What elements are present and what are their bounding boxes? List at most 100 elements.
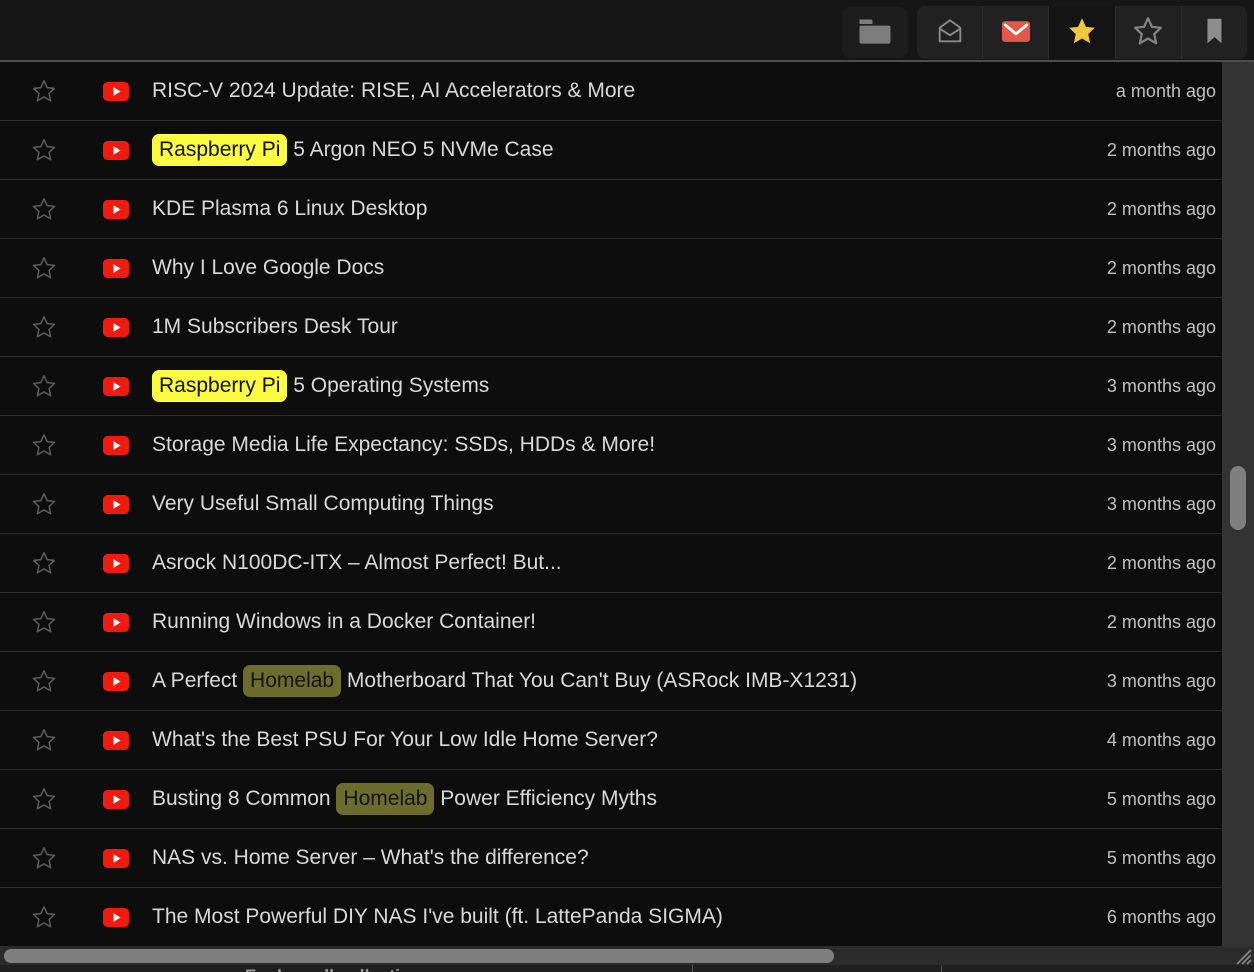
youtube-icon xyxy=(103,672,129,691)
title-text: 5 Argon NEO 5 NVMe Case xyxy=(287,138,553,161)
favorite-star-button[interactable] xyxy=(30,490,58,518)
item-title-link[interactable]: Why I Love Google Docs xyxy=(152,256,384,280)
title-text: Motherboard That You Can't Buy (ASRock I… xyxy=(341,669,857,692)
unread-filter-button[interactable] xyxy=(917,6,982,59)
item-timestamp: 2 months ago xyxy=(1107,199,1222,220)
vertical-scrollbar[interactable] xyxy=(1222,62,1254,947)
list-item[interactable]: A Perfect Homelab Motherboard That You C… xyxy=(0,652,1222,711)
youtube-icon xyxy=(103,377,129,396)
favorite-star-button[interactable] xyxy=(30,136,58,164)
item-title-link[interactable]: KDE Plasma 6 Linux Desktop xyxy=(152,197,427,221)
title-text: Busting 8 Common xyxy=(152,787,336,810)
starred-filter-button[interactable] xyxy=(1048,6,1114,59)
bookmark-filter-button[interactable] xyxy=(1181,6,1247,59)
item-title-link[interactable]: 1M Subscribers Desk Tour xyxy=(152,315,398,339)
highlighted-term: Homelab xyxy=(243,665,341,697)
favorite-star-button[interactable] xyxy=(30,608,58,636)
list-item[interactable]: The Most Powerful DIY NAS I've built (ft… xyxy=(0,888,1222,947)
item-title-link[interactable]: Raspberry Pi 5 Argon NEO 5 NVMe Case xyxy=(152,134,554,166)
item-title-link[interactable]: Running Windows in a Docker Container! xyxy=(152,610,536,634)
list-item[interactable]: NAS vs. Home Server – What's the differe… xyxy=(0,829,1222,888)
favorite-star-button[interactable] xyxy=(30,77,58,105)
youtube-icon xyxy=(103,554,129,573)
item-timestamp: 6 months ago xyxy=(1107,907,1222,928)
title-text: Storage Media Life Expectancy: SSDs, HDD… xyxy=(152,433,655,456)
list-item[interactable]: Asrock N100DC-ITX – Almost Perfect! But.… xyxy=(0,534,1222,593)
title-text: Why I Love Google Docs xyxy=(152,256,384,279)
list-item[interactable]: RISC-V 2024 Update: RISE, AI Accelerator… xyxy=(0,62,1222,121)
clipped-footer-strip: Explore all collections xyxy=(0,965,1254,972)
item-title-link[interactable]: Storage Media Life Expectancy: SSDs, HDD… xyxy=(152,433,655,457)
title-text: RISC-V 2024 Update: RISE, AI Accelerator… xyxy=(152,79,635,102)
title-text: 1M Subscribers Desk Tour xyxy=(152,315,398,338)
item-title-link[interactable]: Very Useful Small Computing Things xyxy=(152,492,494,516)
folder-button[interactable] xyxy=(842,7,908,58)
resize-grip[interactable] xyxy=(1230,943,1252,970)
item-title-link[interactable]: Busting 8 Common Homelab Power Efficienc… xyxy=(152,783,657,815)
favorite-star-button[interactable] xyxy=(30,195,58,223)
item-title-link[interactable]: NAS vs. Home Server – What's the differe… xyxy=(152,846,589,870)
youtube-icon xyxy=(103,259,129,278)
item-timestamp: a month ago xyxy=(1116,81,1222,102)
favorite-star-button[interactable] xyxy=(30,667,58,695)
youtube-icon xyxy=(103,200,129,219)
item-title-link[interactable]: Asrock N100DC-ITX – Almost Perfect! But.… xyxy=(152,551,562,575)
list-item[interactable]: 1M Subscribers Desk Tour 2 months ago xyxy=(0,298,1222,357)
footer-divider xyxy=(941,965,942,972)
favorite-star-button[interactable] xyxy=(30,313,58,341)
filter-button-group xyxy=(917,6,1247,59)
youtube-icon xyxy=(103,141,129,160)
not-starred-filter-button[interactable] xyxy=(1115,6,1181,59)
title-text: A Perfect xyxy=(152,669,243,692)
horizontal-scrollbar[interactable] xyxy=(0,947,1254,965)
title-text: What's the Best PSU For Your Low Idle Ho… xyxy=(152,728,658,751)
favorite-star-button[interactable] xyxy=(30,549,58,577)
item-timestamp: 3 months ago xyxy=(1107,376,1222,397)
list-item[interactable]: Why I Love Google Docs 2 months ago xyxy=(0,239,1222,298)
mail-filter-button[interactable] xyxy=(982,6,1048,59)
item-timestamp: 3 months ago xyxy=(1107,671,1222,692)
favorite-star-button[interactable] xyxy=(30,844,58,872)
item-title-link[interactable]: Raspberry Pi 5 Operating Systems xyxy=(152,370,489,402)
title-text: Power Efficiency Myths xyxy=(434,787,657,810)
favorite-star-button[interactable] xyxy=(30,726,58,754)
title-text: KDE Plasma 6 Linux Desktop xyxy=(152,197,427,220)
favorite-star-button[interactable] xyxy=(30,431,58,459)
vertical-scrollbar-thumb[interactable] xyxy=(1230,466,1246,530)
item-timestamp: 2 months ago xyxy=(1107,553,1222,574)
mail-icon xyxy=(1001,20,1031,46)
favorite-star-button[interactable] xyxy=(30,785,58,813)
youtube-icon xyxy=(103,495,129,514)
list-item[interactable]: What's the Best PSU For Your Low Idle Ho… xyxy=(0,711,1222,770)
title-text: Running Windows in a Docker Container! xyxy=(152,610,536,633)
youtube-icon xyxy=(103,731,129,750)
item-timestamp: 3 months ago xyxy=(1107,435,1222,456)
youtube-icon xyxy=(103,908,129,927)
star-filled-icon xyxy=(1066,15,1098,50)
item-title-link[interactable]: A Perfect Homelab Motherboard That You C… xyxy=(152,665,857,697)
open-envelope-icon xyxy=(935,16,965,49)
folder-icon xyxy=(858,18,892,48)
feed-item-list: RISC-V 2024 Update: RISE, AI Accelerator… xyxy=(0,62,1222,947)
item-title-link[interactable]: The Most Powerful DIY NAS I've built (ft… xyxy=(152,905,723,929)
list-item[interactable]: Raspberry Pi 5 Argon NEO 5 NVMe Case 2 m… xyxy=(0,121,1222,180)
horizontal-scrollbar-thumb[interactable] xyxy=(4,949,834,963)
item-timestamp: 5 months ago xyxy=(1107,789,1222,810)
explore-collections-link[interactable]: Explore all collections xyxy=(245,966,431,972)
list-item[interactable]: Running Windows in a Docker Container! 2… xyxy=(0,593,1222,652)
list-item[interactable]: Storage Media Life Expectancy: SSDs, HDD… xyxy=(0,416,1222,475)
youtube-icon xyxy=(103,82,129,101)
youtube-icon xyxy=(103,790,129,809)
title-text: Very Useful Small Computing Things xyxy=(152,492,494,515)
list-item[interactable]: Busting 8 Common Homelab Power Efficienc… xyxy=(0,770,1222,829)
item-title-link[interactable]: RISC-V 2024 Update: RISE, AI Accelerator… xyxy=(152,79,635,103)
item-title-link[interactable]: What's the Best PSU For Your Low Idle Ho… xyxy=(152,728,658,752)
list-item[interactable]: KDE Plasma 6 Linux Desktop 2 months ago xyxy=(0,180,1222,239)
title-text: Asrock N100DC-ITX – Almost Perfect! But.… xyxy=(152,551,562,574)
favorite-star-button[interactable] xyxy=(30,372,58,400)
favorite-star-button[interactable] xyxy=(30,254,58,282)
favorite-star-button[interactable] xyxy=(30,903,58,931)
list-item[interactable]: Raspberry Pi 5 Operating Systems 3 month… xyxy=(0,357,1222,416)
list-item[interactable]: Very Useful Small Computing Things 3 mon… xyxy=(0,475,1222,534)
star-outline-icon xyxy=(1132,15,1164,50)
